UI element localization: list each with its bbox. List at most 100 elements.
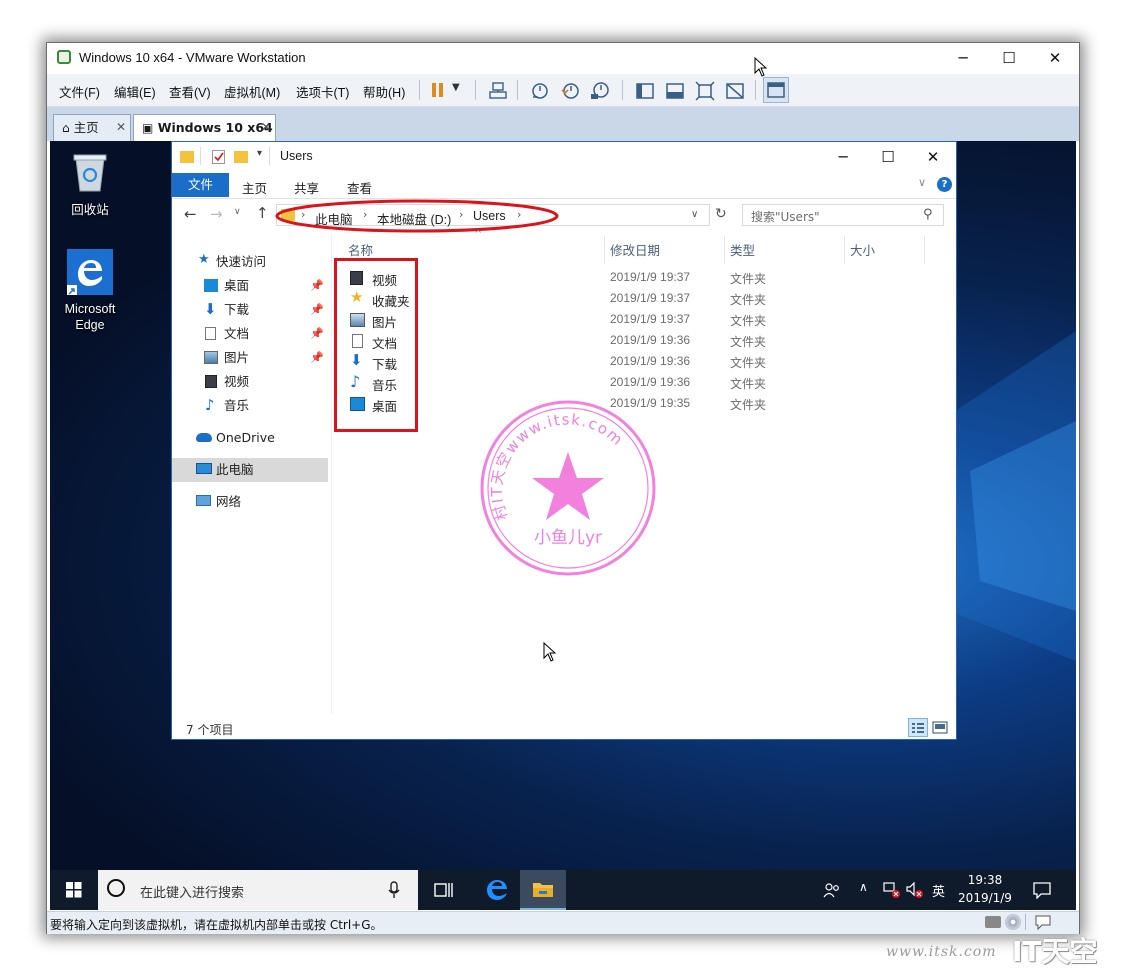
microphone-icon[interactable]	[388, 881, 400, 899]
taskbar-edge-button[interactable]	[474, 870, 520, 910]
clock-time[interactable]: 19:38	[955, 873, 1015, 887]
details-view-button[interactable]	[908, 718, 928, 737]
file-list: ^ 名称 修改日期 类型 大小 视频 2019/1/9 19:37 文件夹 ★ …	[334, 229, 954, 714]
hard-disk-icon[interactable]	[985, 916, 1001, 928]
menu-tabs[interactable]: 选项卡(T)	[296, 82, 349, 101]
desktop-icon-label: Microsoft Edge	[64, 302, 116, 332]
chevron-down-icon[interactable]: ▼	[452, 82, 460, 93]
explorer-minimize-button[interactable]: ─	[820, 142, 866, 172]
file-row[interactable]: 图片 2019/1/9 19:37 文件夹	[348, 310, 928, 331]
desktop-icon-label: 回收站	[71, 203, 109, 217]
toolbar-separator	[419, 80, 420, 100]
menu-vm[interactable]: 虚拟机(M)	[224, 82, 280, 101]
file-row[interactable]: 视频 2019/1/9 19:37 文件夹	[348, 268, 928, 289]
recent-locations-chevron-icon[interactable]: ∨	[234, 207, 241, 217]
ribbon-tab-view[interactable]: 查看	[347, 178, 372, 197]
volume-muted-icon[interactable]	[906, 882, 924, 898]
pause-icon[interactable]	[431, 82, 445, 98]
file-row[interactable]: ★ 收藏夹 2019/1/9 19:37 文件夹	[348, 289, 928, 310]
explorer-maximize-button[interactable]: ☐	[865, 142, 911, 172]
tab-home[interactable]: ⌂ 主页 ✕	[53, 114, 131, 141]
tab-home-close-icon[interactable]: ✕	[116, 115, 126, 140]
ribbon-tab-share[interactable]: 共享	[294, 178, 319, 197]
search-users-field[interactable]: 搜索"Users" ⚲	[742, 204, 944, 226]
address-dropdown-icon[interactable]: ∨	[691, 209, 698, 220]
thumbnail-view-button[interactable]	[763, 77, 789, 103]
nav-quick-access[interactable]: ★ 快速访问	[172, 250, 328, 274]
nav-this-pc[interactable]: 此电脑	[172, 458, 328, 482]
task-view-icon[interactable]	[434, 881, 454, 899]
column-header-type[interactable]: 类型	[730, 240, 755, 259]
file-row[interactable]: ♪ 音乐 2019/1/9 19:36 文件夹	[348, 373, 928, 394]
nav-item-desktop[interactable]: 桌面 📌	[172, 274, 328, 298]
people-icon[interactable]	[823, 882, 841, 898]
library-icon[interactable]	[635, 81, 655, 104]
toolbar-separator	[622, 80, 623, 100]
video-folder-icon	[205, 375, 217, 388]
show-hidden-icons-chevron-icon[interactable]: ∧	[859, 880, 868, 894]
desktop-icon-edge[interactable]: Microsoft Edge	[50, 245, 130, 335]
nav-label: 此电脑	[216, 462, 254, 477]
snapshot-manager-icon[interactable]	[590, 81, 610, 104]
desktop-icon-recycle-bin[interactable]: 回收站	[50, 147, 130, 219]
new-folder-icon[interactable]	[234, 151, 248, 163]
nav-item-downloads[interactable]: ⬇ 下载 📌	[172, 298, 328, 322]
folder-icon	[180, 151, 194, 163]
forward-arrow-icon[interactable]: →	[210, 205, 223, 223]
console-view-icon[interactable]	[665, 81, 685, 104]
network-disconnected-icon[interactable]	[883, 882, 901, 898]
file-row[interactable]: ⬇ 下载 2019/1/9 19:36 文件夹	[348, 352, 928, 373]
menu-help[interactable]: 帮助(H)	[363, 82, 405, 101]
message-log-icon[interactable]	[1035, 915, 1051, 930]
menu-edit[interactable]: 编辑(E)	[114, 82, 156, 101]
tab-windows10[interactable]: ▣ Windows 10 x64 ✕	[133, 114, 276, 141]
customize-qat-icon[interactable]: ▾	[257, 148, 262, 159]
vmware-maximize-button[interactable]: ☐	[986, 43, 1032, 73]
menu-view[interactable]: 查看(V)	[169, 82, 211, 101]
column-header-name[interactable]: 名称	[348, 240, 373, 259]
ribbon-tab-file[interactable]: 文件	[172, 173, 229, 197]
column-header-date[interactable]: 修改日期	[610, 240, 660, 259]
ribbon-tab-home[interactable]: 主页	[242, 178, 267, 197]
nav-item-documents[interactable]: 文档 📌	[172, 322, 328, 346]
large-icons-view-button[interactable]	[932, 720, 948, 735]
taskbar-search-box[interactable]: 在此键入进行搜索	[98, 870, 418, 910]
column-header-size[interactable]: 大小	[850, 240, 875, 259]
nav-item-videos[interactable]: 视频	[172, 370, 328, 394]
explorer-window-title: Users	[280, 149, 313, 163]
nav-label: 桌面	[224, 278, 250, 293]
menu-file[interactable]: 文件(F)	[59, 82, 100, 101]
snapshot-take-icon[interactable]	[530, 81, 550, 104]
nav-onedrive[interactable]: OneDrive	[172, 426, 328, 450]
nav-label: 文档	[224, 326, 250, 341]
start-button[interactable]	[50, 870, 98, 910]
file-row[interactable]: 文档 2019/1/9 19:36 文件夹	[348, 331, 928, 352]
clock-date[interactable]: 2019/1/9	[955, 891, 1015, 905]
guest-desktop[interactable]: 回收站 Microsoft Edge ▾ Users ─ ☐ ✕ 文件 主页 共…	[50, 141, 1076, 910]
properties-icon[interactable]	[212, 150, 225, 164]
ime-indicator[interactable]: 英	[932, 881, 945, 900]
vmware-close-button[interactable]: ✕	[1032, 43, 1078, 73]
cd-drive-icon[interactable]	[1005, 914, 1021, 930]
nav-network[interactable]: 网络	[172, 490, 328, 514]
send-ctrl-alt-del-icon[interactable]	[488, 81, 508, 104]
refresh-icon[interactable]: ↻	[715, 206, 727, 222]
explorer-close-button[interactable]: ✕	[910, 142, 956, 172]
up-arrow-icon[interactable]: ↑	[256, 204, 269, 222]
back-arrow-icon[interactable]: ←	[184, 205, 197, 223]
help-icon[interactable]: ?	[937, 177, 952, 192]
vmware-titlebar: Windows 10 x64 - VMware Workstation ─ ☐ …	[47, 43, 1079, 73]
unity-icon[interactable]	[725, 81, 745, 104]
full-screen-icon[interactable]	[695, 81, 715, 104]
expand-ribbon-icon[interactable]: ∨	[918, 176, 926, 189]
tab-windows10-close-icon[interactable]: ✕	[261, 115, 271, 140]
nav-item-pictures[interactable]: 图片 📌	[172, 346, 328, 370]
vm-tab-icon: ▣	[142, 121, 154, 135]
file-type: 文件夹	[730, 398, 767, 412]
nav-item-music[interactable]: ♪ 音乐	[172, 394, 328, 418]
action-center-icon[interactable]	[1033, 881, 1051, 899]
taskbar-explorer-button[interactable]	[520, 870, 566, 910]
pane-divider	[331, 234, 332, 714]
snapshot-revert-icon[interactable]	[560, 81, 580, 104]
vmware-minimize-button[interactable]: ─	[940, 43, 986, 73]
